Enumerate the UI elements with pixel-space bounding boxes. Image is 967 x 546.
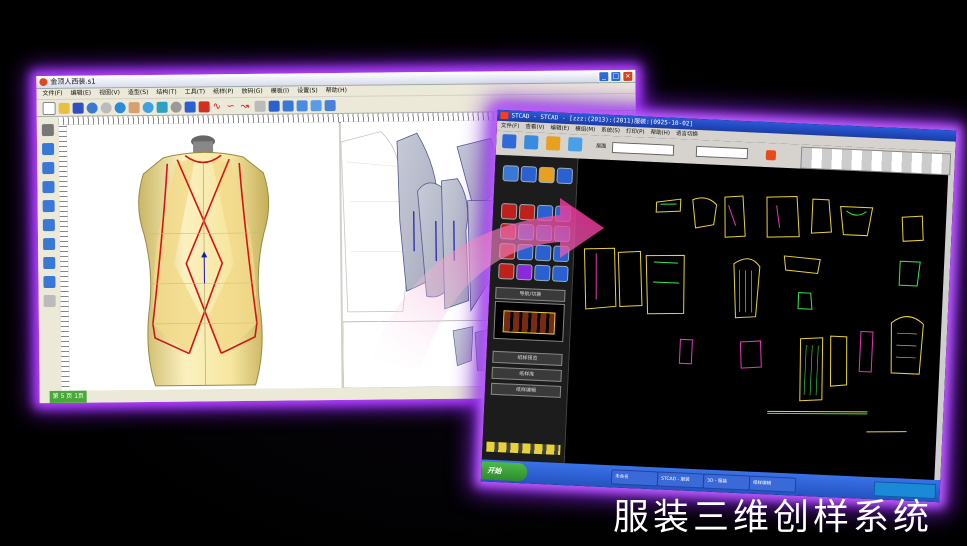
sphere-icon[interactable]: [170, 101, 182, 113]
open-doc-icon[interactable]: [523, 135, 539, 150]
menu-grading[interactable]: 放码(G): [241, 87, 262, 97]
start-button[interactable]: 开始: [480, 461, 528, 482]
library-button[interactable]: 纸样库: [491, 366, 562, 382]
person-icon[interactable]: [324, 99, 336, 111]
zoom-icon[interactable]: [142, 101, 154, 113]
taskbar-item[interactable]: STCAD - 服装: [656, 471, 705, 489]
stack-icon[interactable]: [198, 100, 210, 112]
point-tool-icon[interactable]: [254, 100, 266, 112]
diamond-tool-icon[interactable]: [42, 180, 55, 194]
fold-tool-icon[interactable]: [538, 166, 556, 184]
red-tool-1-icon[interactable]: [500, 203, 518, 220]
menu-pattern[interactable]: 纸样(P): [213, 87, 233, 97]
menu-view[interactable]: 视图(V): [99, 88, 120, 98]
measure-icon[interactable]: [296, 99, 308, 111]
menu-tools[interactable]: 工具(T): [185, 87, 205, 97]
menu-file[interactable]: 文件(F): [42, 89, 62, 99]
ruler-icon[interactable]: [310, 99, 322, 111]
body-tool-icon[interactable]: [520, 165, 538, 183]
disabled-tool-icon: [43, 294, 56, 308]
menu-edit[interactable]: 编辑(E): [71, 89, 92, 99]
menu-template[interactable]: 模板(I): [271, 86, 290, 96]
layer-icon[interactable]: [184, 100, 196, 113]
curve-edit-icon[interactable]: ∽: [227, 101, 238, 112]
window-title: 金顶人西装.s1: [50, 77, 96, 86]
pan-hand-icon[interactable]: [128, 101, 140, 113]
blue-tool-4-icon[interactable]: [535, 224, 553, 242]
select-icon[interactable]: [282, 99, 294, 112]
circle-tool-icon[interactable]: [43, 256, 56, 270]
blue-tool-1-icon[interactable]: [536, 204, 554, 222]
sleeve-tool-icon[interactable]: [42, 199, 55, 213]
fit-view-icon[interactable]: [156, 101, 168, 113]
mannequin-drawing: [138, 135, 270, 387]
grid-tool-icon[interactable]: [43, 275, 56, 289]
open-folder-icon[interactable]: [58, 102, 70, 114]
preview-pieces: [502, 310, 556, 335]
redo-icon[interactable]: [100, 101, 112, 113]
cad-2d-window: STCAD - STCAD - [zzz:(2013):(2011)服装:(09…: [480, 109, 957, 503]
red-tool-2-icon[interactable]: [518, 203, 536, 221]
red-tool-5-icon[interactable]: [497, 262, 515, 280]
purple-tool-icon[interactable]: [515, 263, 533, 281]
taskbar-item[interactable]: 纸样编辑: [748, 475, 797, 493]
edit-button[interactable]: 纸样编辑: [490, 382, 562, 398]
blue-tool-6-icon[interactable]: [516, 243, 534, 261]
preview-thumbnail[interactable]: [493, 300, 565, 342]
layer-select[interactable]: [611, 142, 675, 156]
jacket-tool-icon[interactable]: [42, 161, 55, 175]
blue-tool-3-icon[interactable]: [517, 223, 535, 241]
product-caption: 服装三维创样系统: [613, 497, 934, 538]
blue-tool-7-icon[interactable]: [534, 244, 552, 262]
hanger-tool-icon[interactable]: [502, 165, 520, 182]
blue-tool-9-icon[interactable]: [533, 264, 551, 282]
bottom-tool-strip[interactable]: [486, 441, 561, 455]
blue-tool-5-icon[interactable]: [553, 225, 571, 243]
maximize-button[interactable]: □: [610, 71, 622, 83]
pattern-pieces-drawing: [583, 195, 924, 433]
menu-structure[interactable]: 结构(T): [156, 88, 176, 98]
mannequin-tool-icon[interactable]: [41, 123, 54, 137]
fold-tool-icon[interactable]: [42, 218, 55, 232]
color-swatch-icon[interactable]: [765, 149, 777, 161]
minimize-button[interactable]: _: [598, 71, 610, 83]
promo-scene: 金顶人西装.s1 _ □ × 文件(F) 编辑(E) 视图(V) 造型(S) 结…: [0, 0, 967, 546]
stcad-logo-icon: [500, 111, 509, 120]
color-select[interactable]: [695, 145, 749, 160]
blue-tool-2-icon[interactable]: [554, 205, 572, 223]
save-as-icon[interactable]: [567, 137, 583, 152]
save-doc-icon[interactable]: [545, 136, 561, 151]
red-tool-3-icon[interactable]: [499, 223, 517, 240]
layer-field-label: 层面: [595, 143, 607, 150]
menu-shape[interactable]: 造型(S): [128, 88, 149, 98]
undo-icon[interactable]: [86, 102, 98, 114]
curve-tool-icon[interactable]: ∿: [213, 101, 224, 112]
red-tool-4-icon[interactable]: [498, 243, 516, 260]
menu-settings[interactable]: 设置(S): [297, 86, 318, 96]
cut-curve-icon[interactable]: ↝: [241, 100, 252, 111]
side-tool-panel: 导航/切换 纸样预览 纸样库 纸样编辑: [481, 154, 579, 464]
taskbar-item[interactable]: 未命名: [610, 469, 659, 487]
shirt-tool-icon[interactable]: [42, 142, 55, 156]
3d-mannequin-view[interactable]: [66, 121, 342, 391]
menu-help[interactable]: 帮助(H): [326, 86, 347, 96]
panel-tool-icon[interactable]: [43, 237, 56, 251]
taskbar-item[interactable]: 3D - 服装: [702, 473, 751, 491]
close-button[interactable]: ×: [622, 70, 634, 83]
view-tool-icon[interactable]: [556, 167, 574, 185]
nav-panel-header[interactable]: 导航/切换: [495, 286, 566, 303]
blue-tool-8-icon[interactable]: [552, 245, 570, 263]
save-icon[interactable]: [72, 102, 84, 114]
rotate-icon[interactable]: [114, 101, 126, 113]
pattern-layout-canvas[interactable]: [564, 158, 949, 480]
new-doc-icon[interactable]: [501, 134, 517, 149]
blue-tool-10-icon[interactable]: [551, 265, 569, 283]
pencil-icon[interactable]: [268, 100, 280, 112]
page-indicator: 第 5 页 1页: [49, 390, 88, 404]
app-icon: [39, 78, 48, 87]
new-file-icon[interactable]: [42, 101, 56, 115]
preview-button[interactable]: 纸样预览: [492, 350, 563, 366]
